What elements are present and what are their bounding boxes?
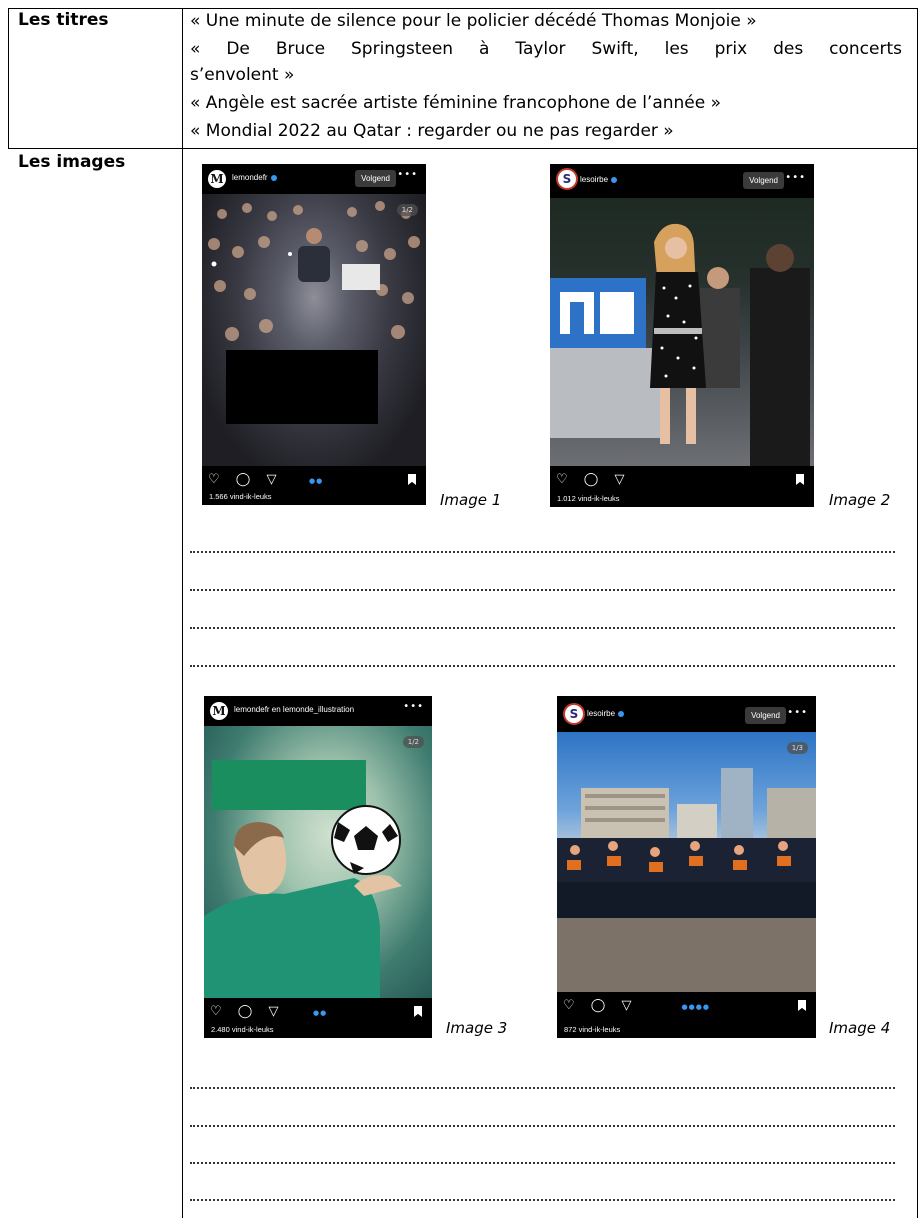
answer-line — [190, 627, 895, 629]
slide-counter: 1/2 — [396, 204, 418, 216]
like-comment-share-icons: ♡ ◯ ▽ — [556, 472, 631, 487]
title-2-cont: s’envolent » — [190, 65, 295, 85]
red-carpet-photo — [550, 198, 814, 466]
more-icon: ••• — [787, 707, 808, 718]
table-border-right — [917, 8, 918, 1218]
answer-line — [190, 1125, 895, 1127]
verified-icon — [618, 710, 625, 717]
table-border-column — [182, 8, 183, 1218]
verified-icon — [270, 174, 277, 181]
instagram-post-1: M lemondefr Volgend ••• 1/2 ♡ ◯ ▽ ●● 1.5… — [202, 164, 426, 505]
bookmark-icon — [798, 1000, 806, 1011]
caption-image-1: Image 1 — [440, 491, 502, 509]
like-comment-share-icons: ♡ ◯ ▽ — [210, 1004, 285, 1019]
more-icon: ••• — [397, 169, 418, 180]
football-illustration — [204, 726, 432, 998]
follow-button: Volgend — [745, 707, 786, 724]
likes-count: 1.012 vind-ik-leuks — [557, 494, 620, 503]
account-name: lemondefr en lemonde_illustration — [234, 705, 355, 714]
bookmark-icon — [414, 1006, 422, 1017]
instagram-post-2: S lesoirbe Volgend ••• ♡ ◯ ▽ 1.012 vind-… — [550, 164, 814, 507]
likes-count: 2.480 vind-ik-leuks — [211, 1025, 274, 1034]
crowd-illustration — [208, 201, 420, 424]
answer-line — [190, 1087, 895, 1089]
instagram-post-3: M lemondefr en lemonde_illustration ••• … — [204, 696, 432, 1038]
caption-image-3: Image 3 — [446, 1019, 508, 1037]
follow-button: Volgend — [743, 172, 784, 189]
more-icon: ••• — [403, 701, 424, 712]
bookmark-icon — [796, 474, 804, 485]
account-name: lemondefr — [232, 173, 268, 182]
slide-counter: 1/3 — [786, 742, 808, 754]
table-border-top — [8, 8, 918, 9]
lesoir-logo-icon: S — [556, 168, 578, 190]
title-1: « Une minute de silence pour le policier… — [190, 11, 757, 31]
police-crowd-illustration — [557, 768, 816, 992]
likes-count: 1.566 vind-ik-leuks — [209, 492, 272, 501]
instagram-post-4: S lesoirbe Volgend ••• 1/3 ♡ ◯ ▽ ●●●● 87… — [557, 696, 816, 1038]
lemonde-logo-icon: M — [210, 702, 228, 720]
label-titres: Les titres — [18, 10, 109, 30]
verified-icon — [611, 176, 618, 183]
slide-counter: 1/2 — [402, 736, 424, 748]
title-3: « Angèle est sacrée artiste féminine fra… — [190, 93, 722, 113]
follow-button: Volgend — [355, 170, 396, 187]
caption-image-2: Image 2 — [829, 491, 891, 509]
answer-line — [190, 1199, 895, 1201]
carousel-dots-icon: ●● — [313, 1009, 328, 1017]
account-name: lesoirbe — [580, 175, 609, 184]
title-4: « Mondial 2022 au Qatar : regarder ou ne… — [190, 121, 674, 141]
lesoir-logo-icon: S — [563, 703, 585, 725]
carousel-dots-icon: ●● — [309, 477, 324, 485]
label-images: Les images — [18, 152, 126, 172]
lemonde-logo-icon: M — [208, 170, 226, 188]
answer-line — [190, 665, 895, 667]
carousel-dots-icon: ●●●● — [681, 1003, 710, 1011]
table-border-row-divider — [8, 148, 918, 149]
concert-photo — [202, 194, 426, 466]
player-with-ball-illustration — [204, 760, 402, 998]
like-comment-share-icons: ♡ ◯ ▽ — [208, 472, 283, 487]
answer-line — [190, 1162, 895, 1164]
police-ceremony-photo — [557, 732, 816, 992]
title-2: « De Bruce Springsteen à Taylor Swift, l… — [190, 39, 902, 59]
like-comment-share-icons: ♡ ◯ ▽ — [563, 998, 638, 1013]
bookmark-icon — [408, 474, 416, 485]
table-border-left — [8, 8, 9, 149]
red-carpet-illustration — [550, 223, 810, 466]
likes-count: 872 vind-ik-leuks — [564, 1025, 621, 1034]
more-icon: ••• — [785, 172, 806, 183]
answer-line — [190, 589, 895, 591]
caption-image-4: Image 4 — [829, 1019, 891, 1037]
account-name: lesoirbe — [587, 709, 616, 718]
answer-line — [190, 551, 895, 553]
